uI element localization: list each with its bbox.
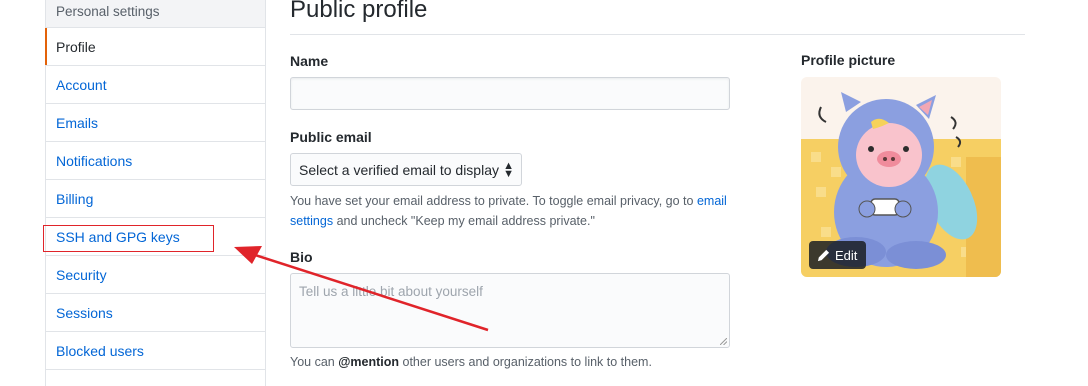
sidebar-item-sessions[interactable]: Sessions — [46, 294, 265, 332]
settings-sidebar: Personal settings Profile Account Emails… — [45, 0, 266, 386]
sidebar-item-notifications[interactable]: Notifications — [46, 142, 265, 180]
pencil-icon — [817, 249, 830, 261]
select-caret-icon: ▲ ▼ — [503, 160, 514, 180]
sidebar-item-profile[interactable]: Profile — [45, 28, 265, 66]
mention-text: @mention — [338, 355, 400, 369]
edit-label: Edit — [835, 247, 858, 263]
edit-avatar-button[interactable]: Edit — [809, 241, 867, 269]
public-email-label: Public email — [290, 129, 372, 145]
email-note-text: You have set your email address to priva… — [290, 194, 697, 208]
email-note-text-end: and uncheck "Keep my email address priva… — [333, 214, 595, 228]
page-title: Public profile — [290, 0, 428, 23]
bio-note: You can @mention other users and organiz… — [290, 352, 652, 372]
name-input[interactable] — [290, 77, 730, 110]
public-email-selected: Select a verified email to display — [299, 161, 499, 178]
bio-note-text-end: other users and organizations to link to… — [399, 355, 652, 369]
bio-textarea[interactable]: Tell us a little bit about yourself — [290, 273, 730, 348]
bio-label: Bio — [290, 249, 313, 265]
sidebar-item-security[interactable]: Security — [46, 256, 265, 294]
sidebar-item-blocked-users[interactable]: Blocked users — [46, 332, 265, 370]
profile-picture-label: Profile picture — [801, 52, 896, 68]
sidebar-item-billing[interactable]: Billing — [46, 180, 265, 218]
public-email-select[interactable]: Select a verified email to display ▲ ▼ — [290, 153, 522, 186]
avatar: Edit — [801, 77, 1001, 277]
annotation-highlight-box — [43, 225, 214, 252]
bio-placeholder: Tell us a little bit about yourself — [299, 284, 483, 299]
name-label: Name — [290, 53, 329, 69]
resize-grip-icon[interactable] — [720, 338, 727, 345]
bio-note-text: You can — [290, 355, 339, 369]
sidebar-item-account[interactable]: Account — [46, 66, 265, 104]
sidebar-item-emails[interactable]: Emails — [46, 104, 265, 142]
sidebar-header: Personal settings — [46, 0, 265, 28]
email-privacy-note: You have set your email address to priva… — [290, 191, 760, 231]
title-divider — [290, 34, 1025, 35]
